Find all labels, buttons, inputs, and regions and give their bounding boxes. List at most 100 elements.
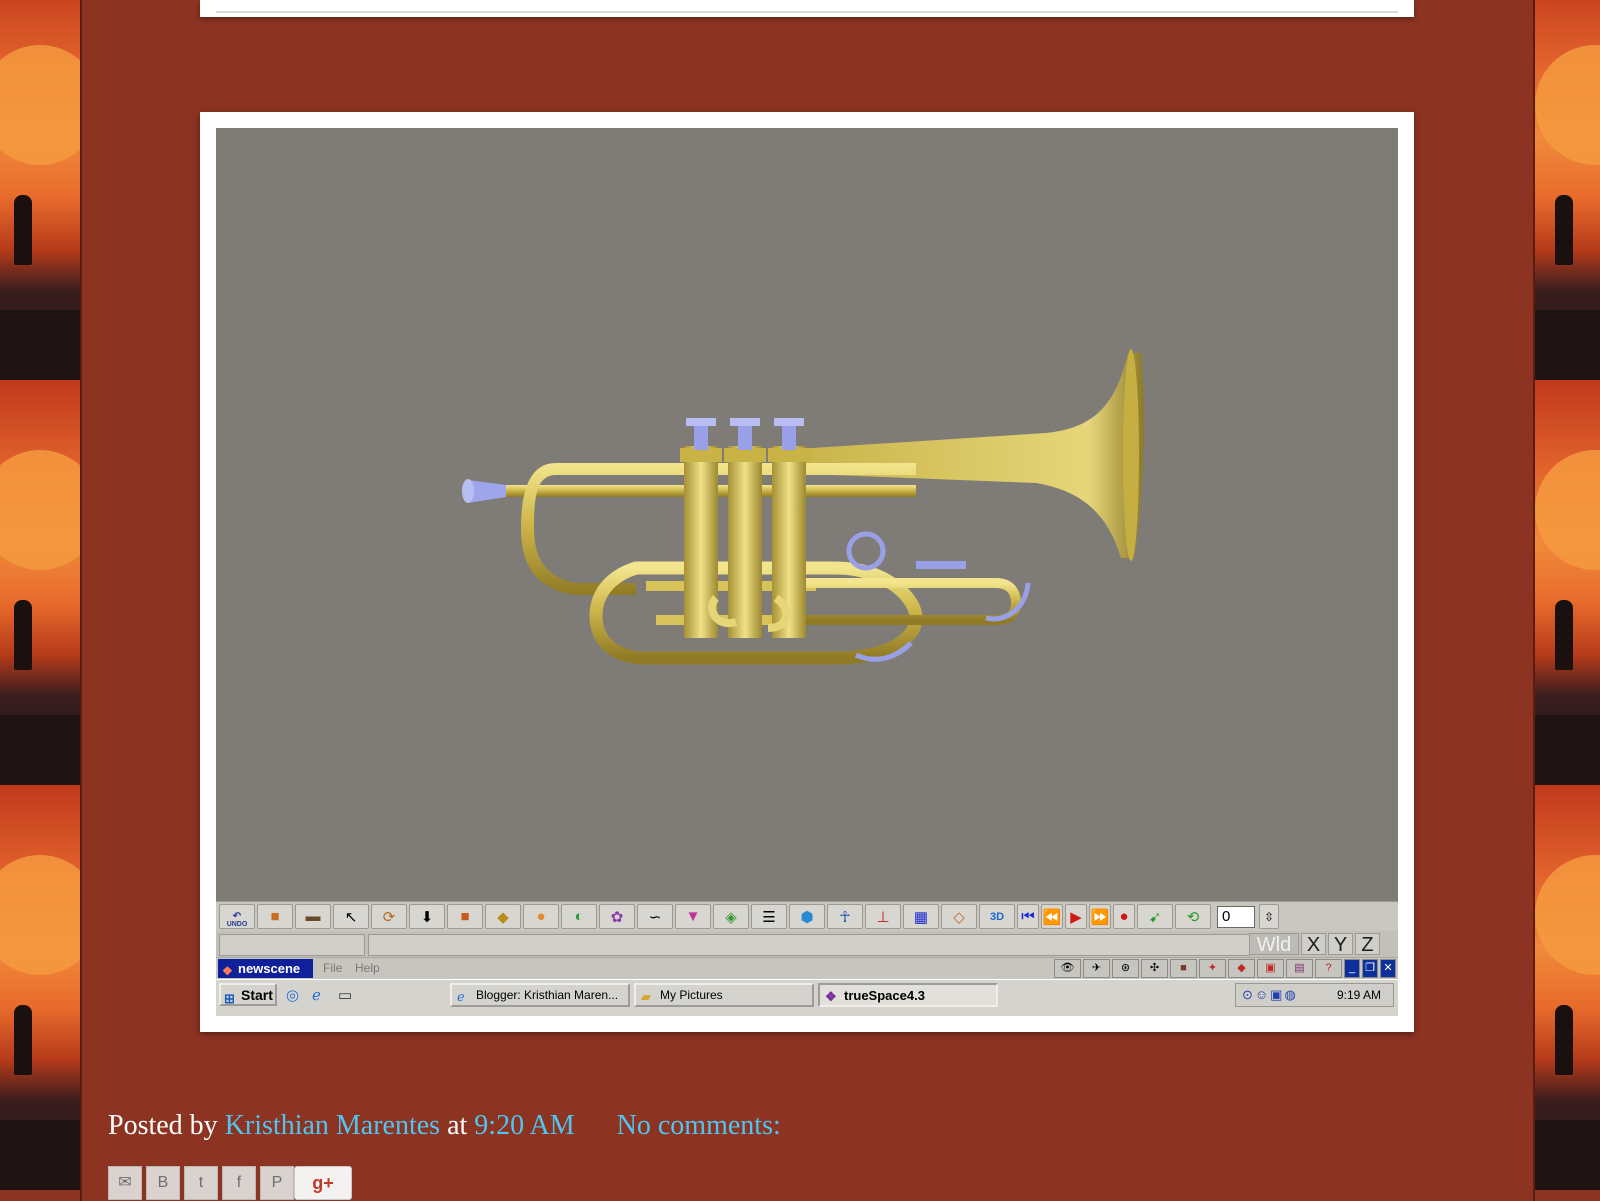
paint-button[interactable]: ◐ (561, 904, 597, 929)
move-down-button[interactable]: ⬇ (409, 904, 445, 929)
scene-title: newscene (238, 961, 301, 976)
blogger-icon: B (157, 1174, 169, 1191)
quicklaunch-ie-icon[interactable]: ℯ (312, 986, 321, 1004)
z-axis-button[interactable]: Z (1355, 933, 1380, 956)
close-button[interactable]: ✕ (1380, 959, 1396, 978)
grid-button[interactable]: ▦ (903, 904, 939, 929)
material-button[interactable]: ◈ (713, 904, 749, 929)
comments-link[interactable]: No comments: (617, 1110, 781, 1141)
3d-button[interactable]: 3D (979, 904, 1015, 929)
view-render-button[interactable]: ■ (1170, 959, 1197, 978)
undo-label: UNDO (226, 921, 248, 928)
content-edge (80, 0, 82, 1201)
content-edge (1533, 0, 1535, 1201)
view-help-button[interactable]: ? (1315, 959, 1342, 978)
restore-icon: ❐ (1365, 962, 1375, 974)
post-image[interactable]: ↶ UNDO ■ ▬ ↖ ⟳ ⬇ ■ ◆ ● ◐ ✿ ∽ ▼ ◈ ☰ ⬢ ☥ ⊥ … (200, 112, 1414, 1032)
share-buttons: ✉ B t f P (108, 1166, 294, 1201)
left-background (0, 0, 80, 1201)
lathe-button[interactable]: ◆ (485, 904, 521, 929)
fast-forward-icon: ⏩ (1090, 908, 1110, 926)
minimize-button[interactable]: _ (1344, 959, 1360, 978)
google-plus-icon: g+ (312, 1173, 334, 1193)
rewind-button[interactable]: ⏪ (1041, 904, 1063, 929)
start-button[interactable]: ⊞ Start (219, 983, 277, 1006)
view-eye-button[interactable]: 👁 (1054, 959, 1081, 978)
view-paint-button[interactable]: ✦ (1199, 959, 1226, 978)
email-share-button[interactable]: ✉ (108, 1166, 142, 1200)
keyframe-button[interactable]: ➹ (1137, 904, 1173, 929)
skip-start-button[interactable]: ⏮ (1017, 904, 1039, 929)
restore-button[interactable]: ❐ (1362, 959, 1378, 978)
view-controls: 👁 ✈ ⊛ ✣ ■ ✦ ◆ ▣ ▤ ? _ ❐ ✕ (1054, 959, 1396, 978)
sphere-button[interactable]: ● (523, 904, 559, 929)
render-icon: ◇ (953, 908, 965, 926)
funnel-button[interactable]: ▼ (675, 904, 711, 929)
author-link[interactable]: Kristhian Marentes (225, 1110, 440, 1141)
object-button[interactable]: ■ (257, 904, 293, 929)
menu-file[interactable]: File (323, 958, 342, 979)
view-grid-button[interactable]: ▤ (1286, 959, 1313, 978)
deform-button[interactable]: ✿ (599, 904, 635, 929)
taskbar-item-truespace[interactable]: ❖ trueSpace4.3 (818, 983, 998, 1007)
frame-number-field[interactable]: 0 (1217, 905, 1255, 928)
arrows-icon: ⇳ (1263, 909, 1275, 924)
keyframe-icon: ➹ (1148, 908, 1162, 926)
loop-button[interactable]: ⟲ (1175, 904, 1211, 929)
help-view-icon: ? (1325, 962, 1332, 974)
record-button[interactable]: ● (1113, 904, 1135, 929)
task-label: Blogger: Kristhian Maren... (476, 988, 619, 1002)
background-tile (1535, 380, 1600, 785)
frame-stepper[interactable]: ⇳ (1259, 904, 1279, 929)
figure-button[interactable]: ☥ (827, 904, 863, 929)
axes-button[interactable]: ⊥ (865, 904, 901, 929)
x-axis-button[interactable]: X (1301, 933, 1326, 956)
taskbar-item-blogger[interactable]: ℯ Blogger: Kristhian Maren... (450, 983, 630, 1007)
facebook-icon: f (236, 1174, 242, 1191)
status-row: Wld X Y Z (216, 931, 1398, 957)
menu-help[interactable]: Help (355, 958, 380, 979)
cube-button[interactable]: ⬢ (789, 904, 825, 929)
app-menubar: ❖ newscene File Help 👁 ✈ ⊛ ✣ ■ ✦ ◆ ▣ ▤ ? … (216, 957, 1398, 979)
truespace-icon: ❖ (825, 989, 837, 1004)
quicklaunch-window-icon[interactable]: ▭ (338, 986, 352, 1004)
task-label: trueSpace4.3 (844, 988, 925, 1003)
view-window-button[interactable]: ▣ (1257, 959, 1284, 978)
rotate-button[interactable]: ⟳ (371, 904, 407, 929)
fast-forward-button[interactable]: ⏩ (1089, 904, 1111, 929)
taskbar-clock: 9:19 AM (1336, 988, 1381, 1002)
library-button[interactable]: ▬ (295, 904, 331, 929)
undo-button[interactable]: ↶ UNDO (219, 904, 255, 929)
quicklaunch-desktop-icon[interactable]: ◎ (286, 986, 299, 1004)
twitter-share-button[interactable]: t (184, 1166, 218, 1200)
tray-icons[interactable]: ⊙☺▣◍ (1242, 987, 1298, 1003)
post-footer: Posted by Kristhian Marentes at 9:20 AM … (108, 1110, 781, 1142)
google-plus-button[interactable]: g+ (294, 1166, 352, 1200)
post-time-link[interactable]: 9:20 AM (474, 1110, 574, 1141)
view-zoom-button[interactable]: ✣ (1141, 959, 1168, 978)
world-axis-button[interactable]: Wld (1249, 933, 1299, 956)
system-tray: ⊙☺▣◍ 9:19 AM (1235, 983, 1394, 1007)
curve-button[interactable]: ∽ (637, 904, 673, 929)
facebook-share-button[interactable]: f (222, 1166, 256, 1200)
deform-icon: ✿ (610, 908, 624, 926)
view-orbit-button[interactable]: ⊛ (1112, 959, 1139, 978)
pinterest-share-button[interactable]: P (260, 1166, 294, 1200)
task-label: My Pictures (660, 988, 723, 1002)
view-move-button[interactable]: ✈ (1083, 959, 1110, 978)
play-button[interactable]: ▶ (1065, 904, 1087, 929)
status-field-main (368, 934, 1250, 956)
render-button[interactable]: ◇ (941, 904, 977, 929)
list-button[interactable]: ☰ (751, 904, 787, 929)
blog-share-button[interactable]: B (146, 1166, 180, 1200)
pointer-button[interactable]: ↖ (333, 904, 369, 929)
taskbar-item-my-pictures[interactable]: ▰ My Pictures (634, 983, 814, 1007)
scene-title-bar[interactable]: ❖ newscene (218, 959, 313, 978)
y-axis-button[interactable]: Y (1328, 933, 1353, 956)
view-material-button[interactable]: ◆ (1228, 959, 1255, 978)
minimize-icon: _ (1348, 962, 1356, 974)
background-tile (0, 0, 80, 380)
rotate-icon: ⟳ (382, 908, 396, 926)
posted-by-label: Posted by (108, 1110, 218, 1141)
box-button[interactable]: ■ (447, 904, 483, 929)
